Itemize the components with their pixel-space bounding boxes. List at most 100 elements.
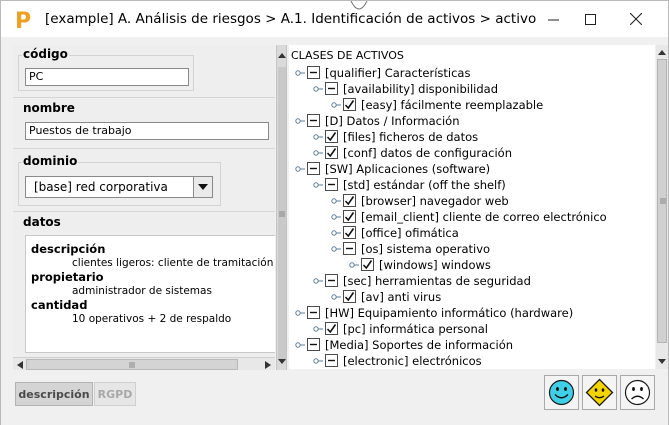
tree-handle-icon[interactable] [295, 164, 305, 174]
tree-node[interactable]: [qualifier] Características [289, 65, 655, 81]
accept-button[interactable] [544, 375, 579, 410]
tree-node-label: [browser] navegador web [361, 194, 509, 208]
scroll-right-button[interactable] [261, 358, 274, 371]
tree-node[interactable]: [pc] informática personal [289, 321, 655, 337]
tree-handle-icon[interactable] [331, 292, 341, 302]
tree-handle-icon[interactable] [331, 228, 341, 238]
collapse-box-icon[interactable] [307, 114, 320, 127]
tree-handle-icon[interactable] [295, 68, 305, 78]
collapse-box-icon[interactable] [307, 338, 320, 351]
collapse-box-icon[interactable] [307, 66, 320, 79]
maximize-button[interactable] [567, 1, 613, 37]
checkbox-checked-icon[interactable] [325, 130, 338, 143]
tree-handle-icon[interactable] [331, 196, 341, 206]
checkbox-checked-icon[interactable] [361, 258, 374, 271]
scroll-left-button[interactable] [13, 358, 26, 371]
tree-handle-icon[interactable] [313, 276, 323, 286]
tree-node[interactable]: [office] ofimática [289, 225, 655, 241]
tree-node[interactable]: [sec] herramientas de seguridad [289, 273, 655, 289]
checkbox-checked-icon[interactable] [343, 210, 356, 223]
tree-node[interactable]: [availability] disponibilidad [289, 81, 655, 97]
checkbox-checked-icon[interactable] [343, 194, 356, 207]
tree-handle-icon[interactable] [313, 132, 323, 142]
tree-handle-icon[interactable] [313, 180, 323, 190]
checkbox-checked-icon[interactable] [325, 146, 338, 159]
tree-handle-icon[interactable] [331, 212, 341, 222]
tab-rgpd[interactable]: RGPD [94, 382, 136, 406]
arrow-up-icon [658, 50, 666, 55]
scroll-thumb[interactable] [657, 59, 667, 343]
tree-node[interactable]: [HW] Equipamiento informático (hardware) [289, 305, 655, 321]
scroll-up-button[interactable] [656, 46, 668, 59]
collapse-box-icon[interactable] [307, 306, 320, 319]
codigo-label: código [22, 47, 69, 61]
tree-node[interactable]: [easy] fácilmente reemplazable [289, 97, 655, 113]
tree-handle-icon[interactable] [313, 84, 323, 94]
app-logo-icon: P [15, 9, 31, 32]
tree-node[interactable]: [Media] Soportes de información [289, 337, 655, 353]
splitter-scrollbar[interactable] [276, 45, 287, 370]
tree-node[interactable]: [av] anti virus [289, 289, 655, 305]
tree-handle-icon[interactable] [349, 260, 359, 270]
nombre-label: nombre [22, 101, 76, 115]
tree-node[interactable]: [email_client] cliente de correo electró… [289, 209, 655, 225]
tree-node[interactable]: [os] sistema operativo [289, 241, 655, 257]
collapse-box-icon[interactable] [307, 162, 320, 175]
tree-vertical-scrollbar[interactable] [656, 45, 668, 369]
datos-key: cantidad [31, 298, 88, 312]
tree-handle-icon[interactable] [295, 116, 305, 126]
properties-panel: código PC nombre Puestos de trabajo domi… [13, 45, 275, 369]
tree-handle-icon[interactable] [331, 244, 341, 254]
tree-handle-icon[interactable] [313, 148, 323, 158]
tree-node-label: [av] anti virus [361, 290, 442, 304]
scroll-down-button[interactable] [656, 355, 668, 368]
warning-button[interactable] [582, 375, 617, 410]
title-bar: P [example] A. Análisis de riesgos > A.1… [1, 1, 668, 37]
tree-handle-icon[interactable] [295, 340, 305, 350]
collapse-box-icon[interactable] [325, 82, 338, 95]
scroll-thumb[interactable] [26, 359, 238, 370]
checkbox-checked-icon[interactable] [343, 226, 356, 239]
arrow-up-icon [277, 53, 286, 58]
collapse-box-icon[interactable] [325, 178, 338, 191]
tree-node[interactable]: [D] Datos / Información [289, 113, 655, 129]
collapse-box-icon[interactable] [325, 274, 338, 287]
tree-node[interactable]: [std] estándar (off the shelf) [289, 177, 655, 193]
cancel-button[interactable] [620, 375, 655, 410]
close-button[interactable] [613, 1, 659, 37]
datos-key: propietario [31, 270, 104, 284]
collapse-box-icon[interactable] [325, 354, 338, 367]
checkbox-checked-icon[interactable] [343, 98, 356, 111]
tree-node[interactable]: [electronic] electrónicos [289, 353, 655, 369]
dropdown-button[interactable] [193, 177, 212, 197]
left-horizontal-scrollbar[interactable] [13, 357, 275, 370]
codigo-input[interactable]: PC [25, 68, 189, 86]
tree-node[interactable]: [windows] windows [289, 257, 655, 273]
scroll-up-button[interactable] [276, 49, 287, 62]
tree-handle-icon[interactable] [313, 356, 323, 366]
tree-handle-icon[interactable] [295, 308, 305, 318]
asset-classes-tree[interactable]: CLASES DE ACTIVOS [qualifier] Caracterís… [289, 45, 655, 369]
nombre-input[interactable]: Puestos de trabajo [25, 122, 269, 140]
tree-node[interactable]: [SW] Aplicaciones (software) [289, 161, 655, 177]
collapse-box-icon[interactable] [343, 242, 356, 255]
bottom-toolbar: descripción RGPD [1, 371, 668, 425]
datos-area[interactable]: descripción clientes ligeros: cliente de… [25, 235, 275, 353]
dominio-select[interactable]: [base] red corporativa [25, 176, 213, 198]
checkbox-checked-icon[interactable] [343, 290, 356, 303]
tree-node[interactable]: [browser] navegador web [289, 193, 655, 209]
tree-node-label: [sec] herramientas de seguridad [343, 274, 531, 288]
tree-handle-icon[interactable] [331, 100, 341, 110]
smiley-happy-icon [548, 379, 575, 406]
tree-handle-icon[interactable] [313, 324, 323, 334]
tree-node[interactable]: [files] ficheros de datos [289, 129, 655, 145]
grip-icon [660, 198, 666, 204]
tab-descripcion[interactable]: descripción [15, 382, 93, 406]
tree-node[interactable]: [conf] datos de configuración [289, 145, 655, 161]
scroll-down-button[interactable] [276, 355, 287, 368]
svg-text:P: P [15, 9, 31, 32]
splitter-thumb[interactable] [278, 67, 286, 361]
dominio-label: dominio [22, 154, 79, 168]
tree-root-label: CLASES DE ACTIVOS [291, 49, 404, 62]
checkbox-checked-icon[interactable] [325, 322, 338, 335]
